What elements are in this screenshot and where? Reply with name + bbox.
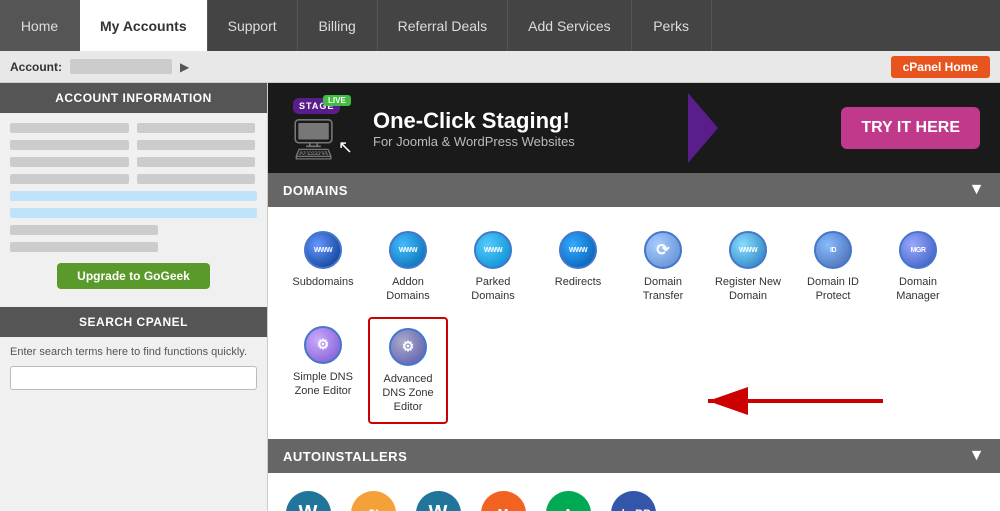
wordpress-autoinstaller-item[interactable]: W (283, 483, 333, 511)
phpbb-autoinstaller-item[interactable]: phpBB (608, 483, 658, 511)
simple-dns-icon-item[interactable]: ⚙ Simple DNS Zone Editor (283, 317, 363, 425)
parked-domains-icon: WWW (473, 230, 513, 270)
joomla-autoinstaller-item[interactable]: J! (348, 483, 398, 511)
account-info-section: Upgrade to GoGeek (0, 113, 267, 307)
wordpress2-autoinstaller-item[interactable]: W (413, 483, 463, 511)
staging-banner: STAGE LIVE 🖥 ↖ One-Click Staging! For Jo… (268, 83, 1000, 173)
content-area: STAGE LIVE 🖥 ↖ One-Click Staging! For Jo… (268, 83, 1000, 511)
addon-domains-icon-item[interactable]: WWW Addon Domains (368, 222, 448, 312)
advanced-dns-icon-item[interactable]: ⚙ Advanced DNS Zone Editor (368, 317, 448, 425)
autoinstallers-title: AUTOINSTALLERS (283, 449, 407, 464)
domains-title: DOMAINS (283, 183, 348, 198)
magento-autoinstaller-item[interactable]: M (478, 483, 528, 511)
joomla-icon: J! (351, 491, 396, 511)
domain-id-protect-icon-item[interactable]: ID Domain ID Protect (793, 222, 873, 312)
nav-tab-referral-deals[interactable]: Referral Deals (378, 0, 508, 51)
sidebar: ACCOUNT INFORMATION Upgrade to GoGeek SE… (0, 83, 268, 511)
search-cpanel-title: SEARCH CPANEL (0, 307, 267, 337)
banner-arrow-shape (688, 93, 718, 163)
simple-dns-icon: ⚙ (303, 325, 343, 365)
domains-chevron-icon: ▼ (969, 181, 985, 199)
wordpress-icon: W (286, 491, 331, 511)
app5-autoinstaller-item[interactable]: A (543, 483, 593, 511)
domain-transfer-label: Domain Transfer (628, 275, 698, 304)
nav-tab-billing[interactable]: Billing (298, 0, 378, 51)
register-new-domain-icon: WWW (728, 230, 768, 270)
account-value: •••••••••••• (70, 59, 172, 74)
account-bar-left: Account: •••••••••••• ▶ (10, 59, 189, 74)
domains-icons-area: WWW Subdomains WWW Addon Domains WWW Par… (268, 207, 1000, 439)
subdomains-label: Subdomains (292, 275, 353, 289)
nav-tab-perks[interactable]: Perks (632, 0, 712, 51)
parked-domains-icon-item[interactable]: WWW Parked Domains (453, 222, 533, 312)
main-layout: ACCOUNT INFORMATION Upgrade to GoGeek SE… (0, 83, 1000, 511)
addon-domains-label: Addon Domains (373, 275, 443, 304)
top-navigation: Home My Accounts Support Billing Referra… (0, 0, 1000, 51)
search-section: Enter search terms here to find function… (0, 337, 267, 398)
redirects-label: Redirects (555, 275, 601, 289)
register-new-domain-icon-item[interactable]: WWW Register New Domain (708, 222, 788, 312)
subdomains-icon-item[interactable]: WWW Subdomains (283, 222, 363, 312)
addon-domains-icon: WWW (388, 230, 428, 270)
banner-subtitle: For Joomla & WordPress Websites (373, 134, 575, 149)
cpanel-home-button[interactable]: cPanel Home (891, 56, 990, 78)
autoinstaller-icons-row: W J! W M A phpBB (268, 473, 1000, 511)
register-new-domain-label: Register New Domain (713, 275, 783, 304)
nav-tab-home[interactable]: Home (0, 0, 80, 51)
upgrade-button[interactable]: Upgrade to GoGeek (57, 263, 210, 289)
phpbb-icon: phpBB (611, 491, 656, 511)
account-label: Account: (10, 60, 62, 74)
magento-icon: M (481, 491, 526, 511)
banner-text: One-Click Staging! For Joomla & WordPres… (373, 108, 575, 149)
parked-domains-label: Parked Domains (458, 275, 528, 304)
nav-tab-add-services[interactable]: Add Services (508, 0, 631, 51)
wordpress2-icon: W (416, 491, 461, 511)
app5-icon: A (546, 491, 591, 511)
stage-live-icon: STAGE LIVE 🖥 ↖ (288, 93, 358, 163)
live-badge: LIVE (323, 95, 351, 106)
cursor-icon: ↖ (338, 137, 353, 158)
autoinstallers-section-header[interactable]: AUTOINSTALLERS ▼ (268, 439, 1000, 473)
domains-section-header[interactable]: DOMAINS ▼ (268, 173, 1000, 207)
domain-transfer-icon: ⟳ (643, 230, 683, 270)
domain-transfer-icon-item[interactable]: ⟳ Domain Transfer (623, 222, 703, 312)
account-bar: Account: •••••••••••• ▶ cPanel Home (0, 51, 1000, 83)
nav-tab-support[interactable]: Support (208, 0, 298, 51)
advanced-dns-icon: ⚙ (388, 327, 428, 367)
monitor-display-icon: 🖥 (288, 116, 339, 163)
simple-dns-label: Simple DNS Zone Editor (288, 370, 358, 399)
domain-manager-icon: MGR (898, 230, 938, 270)
account-info-title: ACCOUNT INFORMATION (0, 83, 267, 113)
domains-icons-grid: WWW Subdomains WWW Addon Domains WWW Par… (268, 207, 1000, 439)
redirects-icon-item[interactable]: WWW Redirects (538, 222, 618, 312)
domain-manager-icon-item[interactable]: MGR Domain Manager (878, 222, 958, 312)
subdomains-icon: WWW (303, 230, 343, 270)
domain-id-protect-icon: ID (813, 230, 853, 270)
banner-left: STAGE LIVE 🖥 ↖ One-Click Staging! For Jo… (288, 93, 575, 163)
account-arrow-icon: ▶ (180, 60, 189, 74)
domain-manager-label: Domain Manager (883, 275, 953, 304)
autoinstallers-chevron-icon: ▼ (969, 447, 985, 465)
try-it-here-button[interactable]: TRY IT HERE (841, 107, 980, 149)
search-input[interactable] (10, 366, 257, 390)
advanced-dns-label: Advanced DNS Zone Editor (375, 372, 441, 415)
domain-id-protect-label: Domain ID Protect (798, 275, 868, 304)
banner-title: One-Click Staging! (373, 108, 575, 134)
search-description: Enter search terms here to find function… (10, 345, 257, 360)
nav-tab-my-accounts[interactable]: My Accounts (80, 0, 208, 51)
redirects-icon: WWW (558, 230, 598, 270)
